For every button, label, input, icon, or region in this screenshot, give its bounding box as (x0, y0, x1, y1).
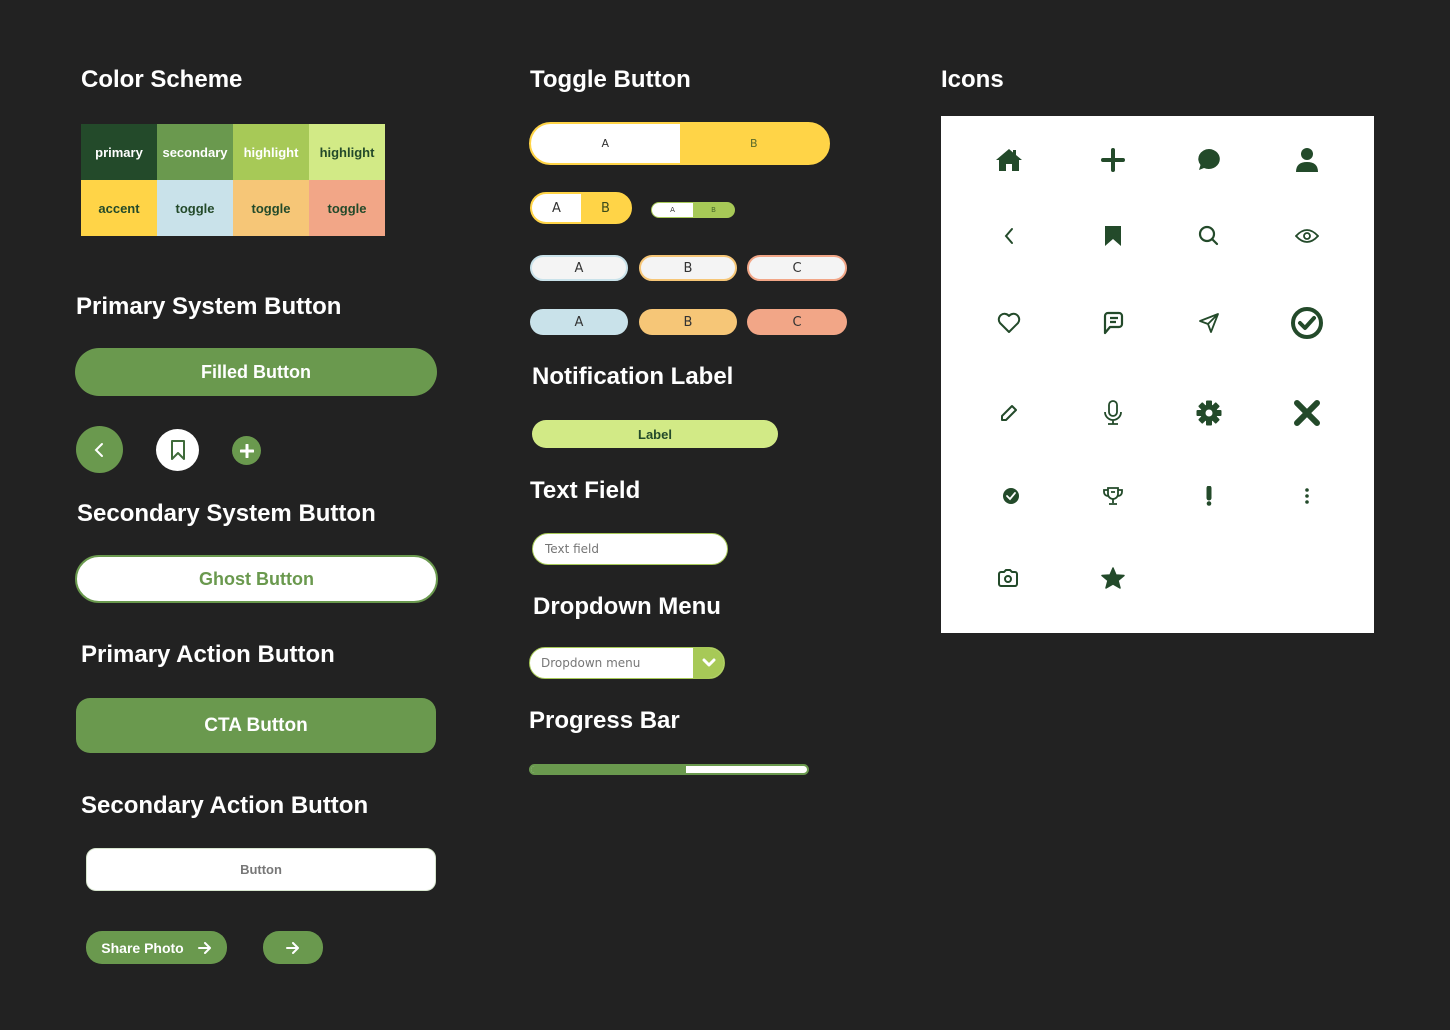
send-icon (1179, 293, 1239, 353)
toggle-filled-b[interactable]: B (639, 309, 737, 335)
arrow-right-icon (197, 941, 211, 954)
toggle-medium-option-a[interactable]: A (532, 194, 581, 222)
secondary-action-button[interactable]: Button (86, 848, 436, 891)
text-field-input[interactable] (532, 533, 728, 565)
filled-button[interactable]: Filled Button (75, 348, 437, 396)
swatch-highlight-light: highlight (309, 124, 385, 180)
arrow-right-icon (286, 941, 299, 954)
ghost-button[interactable]: Ghost Button (75, 555, 438, 603)
star-icon (1083, 548, 1143, 608)
check-circle-icon (1277, 293, 1337, 353)
progress-fill (531, 766, 686, 773)
heart-icon (979, 293, 1039, 353)
toggle-small-option-a[interactable]: A (652, 203, 693, 217)
back-circle-button[interactable] (76, 426, 123, 473)
bookmark-icon (1083, 206, 1143, 266)
toggle-medium-option-b[interactable]: B (581, 194, 630, 222)
plus-icon (1083, 130, 1143, 190)
swatch-primary: primary (81, 124, 157, 180)
toggle-outline-c[interactable]: C (747, 255, 847, 281)
share-photo-label: Share Photo (101, 939, 184, 956)
microphone-icon (1083, 383, 1143, 443)
swatch-highlight: highlight (233, 124, 309, 180)
check-badge-icon (981, 466, 1041, 526)
bookmark-circle-button[interactable] (156, 429, 199, 471)
swatch-toggle-salmon: toggle (309, 180, 385, 236)
toggle-filled-a[interactable]: A (530, 309, 628, 335)
more-vertical-icon (1277, 466, 1337, 526)
toggle-filled-c[interactable]: C (747, 309, 847, 335)
text-field-heading: Text Field (530, 477, 641, 504)
trophy-icon (1083, 466, 1143, 526)
dropdown-selected-value: Dropdown menu (541, 656, 641, 670)
arrow-button[interactable] (263, 931, 323, 964)
share-photo-button[interactable]: Share Photo (86, 931, 227, 964)
notification-label: Label (532, 420, 778, 448)
toggle-outline-b[interactable]: B (639, 255, 737, 281)
chevron-left-icon (94, 442, 103, 457)
cta-button[interactable]: CTA Button (76, 698, 436, 753)
dropdown-toggle[interactable] (693, 648, 724, 678)
progress-bar (529, 764, 809, 775)
toggle-large[interactable]: A B (529, 122, 830, 165)
home-icon (979, 130, 1039, 190)
toggle-medium[interactable]: A B (530, 192, 632, 224)
toggle-outline-a[interactable]: A (530, 255, 628, 281)
comment-icon (1083, 293, 1143, 353)
exclamation-icon (1179, 466, 1239, 526)
chat-bubble-icon (1179, 130, 1239, 190)
eye-icon (1277, 206, 1337, 266)
camera-icon (978, 548, 1038, 608)
bookmark-outline-icon (170, 440, 185, 460)
secondary-action-button-heading: Secondary Action Button (81, 792, 369, 819)
chevron-left-icon (979, 206, 1039, 266)
icons-heading: Icons (941, 66, 1004, 93)
toggle-small-option-b[interactable]: B (693, 203, 734, 217)
primary-action-button-heading: Primary Action Button (81, 641, 335, 668)
gear-icon (1179, 383, 1239, 443)
toggle-small[interactable]: A B (651, 202, 735, 218)
swatch-secondary: secondary (157, 124, 233, 180)
chevron-down-icon (702, 658, 715, 667)
toggle-button-heading: Toggle Button (530, 66, 691, 93)
pencil-icon (979, 383, 1039, 443)
icons-panel (941, 116, 1374, 633)
user-icon (1277, 130, 1337, 190)
progress-bar-heading: Progress Bar (529, 707, 680, 734)
add-circle-button[interactable] (232, 436, 261, 465)
secondary-system-button-heading: Secondary System Button (77, 500, 376, 527)
search-icon (1179, 206, 1239, 266)
color-scheme-heading: Color Scheme (81, 66, 243, 93)
swatch-toggle-orange: toggle (233, 180, 309, 236)
notification-label-heading: Notification Label (532, 363, 734, 390)
dropdown-menu[interactable]: Dropdown menu (529, 647, 725, 679)
swatch-accent: accent (81, 180, 157, 236)
close-icon (1277, 383, 1337, 443)
toggle-large-option-a[interactable]: A (531, 124, 680, 163)
dropdown-menu-heading: Dropdown Menu (533, 593, 721, 620)
toggle-large-option-b[interactable]: B (679, 124, 828, 163)
plus-icon (239, 443, 254, 458)
swatch-toggle-blue: toggle (157, 180, 233, 236)
primary-system-button-heading: Primary System Button (76, 293, 342, 320)
